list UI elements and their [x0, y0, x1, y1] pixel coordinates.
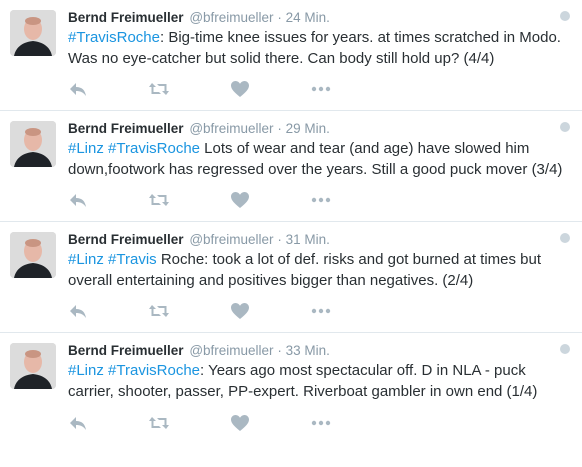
retweet-icon[interactable] — [148, 414, 169, 432]
author-handle[interactable]: @bfreimueller — [189, 343, 273, 358]
author-handle[interactable]: @bfreimueller — [189, 232, 273, 247]
tweet-text: #TravisRoche: Big-time knee issues for y… — [68, 27, 570, 69]
reply-icon[interactable] — [68, 302, 88, 320]
hashtag-link[interactable]: #Linz — [68, 140, 104, 157]
retweet-icon[interactable] — [148, 80, 169, 98]
retweet-icon[interactable] — [148, 302, 169, 320]
more-icon[interactable] — [310, 80, 331, 98]
reply-icon[interactable] — [68, 191, 88, 209]
reply-icon[interactable] — [68, 414, 88, 432]
author-handle[interactable]: @bfreimueller — [189, 10, 273, 25]
globe-icon — [560, 11, 570, 21]
author-name[interactable]: Bernd Freimueller — [68, 10, 184, 25]
tweet-text: #Linz #TravisRoche Lots of wear and tear… — [68, 138, 570, 180]
like-icon[interactable] — [230, 191, 250, 209]
separator: · — [277, 343, 282, 358]
tweet-text: #Linz #TravisRoche: Years ago most spect… — [68, 360, 570, 402]
more-icon[interactable] — [310, 191, 331, 209]
like-icon[interactable] — [230, 302, 250, 320]
timestamp[interactable]: 29 Min. — [286, 121, 330, 136]
avatar[interactable] — [10, 121, 56, 167]
timestamp[interactable]: 31 Min. — [286, 232, 330, 247]
tweet[interactable]: Bernd Freimueller @bfreimueller · 31 Min… — [0, 222, 582, 333]
separator: · — [277, 10, 282, 25]
globe-icon — [560, 122, 570, 132]
tweet[interactable]: Bernd Freimueller @bfreimueller · 24 Min… — [0, 0, 582, 111]
reply-icon[interactable] — [68, 80, 88, 98]
tweet[interactable]: Bernd Freimueller @bfreimueller · 33 Min… — [0, 333, 582, 444]
avatar[interactable] — [10, 232, 56, 278]
author-name[interactable]: Bernd Freimueller — [68, 343, 184, 358]
more-icon[interactable] — [310, 302, 331, 320]
timestamp[interactable]: 33 Min. — [286, 343, 330, 358]
hashtag-link[interactable]: #Travis — [108, 251, 157, 268]
retweet-icon[interactable] — [148, 191, 169, 209]
avatar[interactable] — [10, 10, 56, 56]
author-name[interactable]: Bernd Freimueller — [68, 232, 184, 247]
separator: · — [277, 121, 282, 136]
more-icon[interactable] — [310, 414, 331, 432]
globe-icon — [560, 344, 570, 354]
separator: · — [277, 232, 282, 247]
author-name[interactable]: Bernd Freimueller — [68, 121, 184, 136]
globe-icon — [560, 233, 570, 243]
author-handle[interactable]: @bfreimueller — [189, 121, 273, 136]
like-icon[interactable] — [230, 80, 250, 98]
tweet-feed: Bernd Freimueller @bfreimueller · 24 Min… — [0, 0, 582, 444]
hashtag-link[interactable]: #Linz — [68, 362, 104, 379]
hashtag-link[interactable]: #TravisRoche — [108, 362, 200, 379]
tweet[interactable]: Bernd Freimueller @bfreimueller · 29 Min… — [0, 111, 582, 222]
hashtag-link[interactable]: #TravisRoche — [108, 140, 200, 157]
hashtag-link[interactable]: #Linz — [68, 251, 104, 268]
hashtag-link[interactable]: #TravisRoche — [68, 29, 160, 46]
tweet-text: #Linz #Travis Roche: took a lot of def. … — [68, 249, 570, 291]
avatar[interactable] — [10, 343, 56, 389]
like-icon[interactable] — [230, 414, 250, 432]
timestamp[interactable]: 24 Min. — [286, 10, 330, 25]
